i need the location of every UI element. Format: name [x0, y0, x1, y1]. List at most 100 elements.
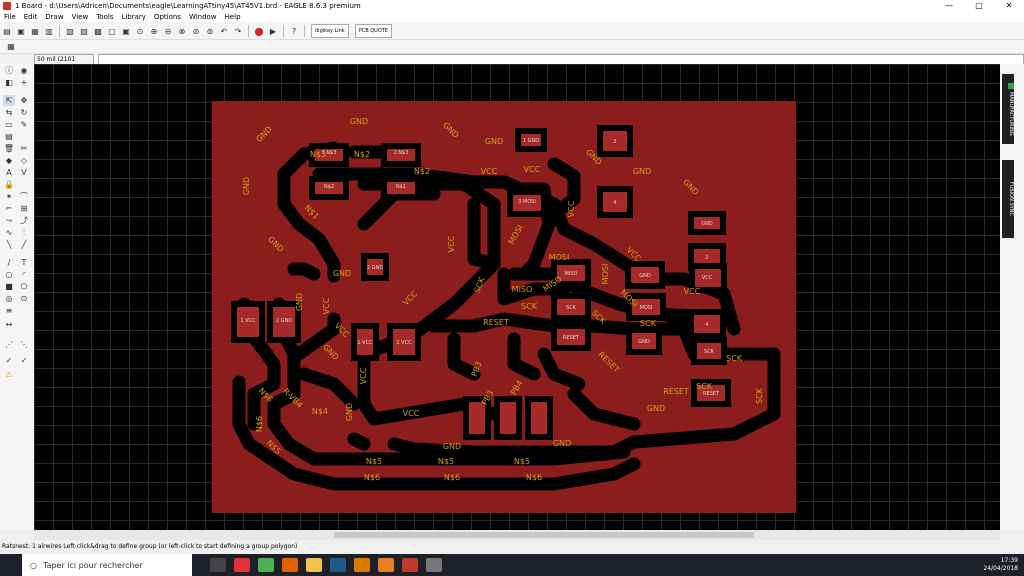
display-icon[interactable]: ◧ [3, 77, 15, 88]
arc-icon[interactable]: ◜ [18, 269, 30, 280]
save-icon[interactable]: ▣ [15, 25, 27, 37]
zoom-out-icon[interactable]: ⊖ [162, 25, 174, 37]
cam-icon[interactable]: ▥ [43, 25, 55, 37]
net-label: N$3 [310, 150, 326, 159]
scrollbar-thumb[interactable] [334, 532, 754, 538]
name-icon[interactable]: A [3, 167, 15, 178]
menu-tools[interactable]: Tools [92, 12, 117, 22]
horizontal-scrollbar[interactable] [34, 530, 1000, 540]
drc-icon[interactable]: ✓ [3, 355, 15, 366]
minimize-button[interactable]: — [934, 0, 964, 12]
schematic-icon[interactable]: ▧ [64, 25, 76, 37]
clock[interactable]: 17:39 24/04/2018 [983, 557, 1018, 573]
via-icon[interactable]: ◎ [3, 293, 15, 304]
line-icon[interactable]: ∕ [3, 257, 15, 268]
menu-view[interactable]: View [68, 12, 93, 22]
close-button[interactable]: ✕ [994, 0, 1024, 12]
group-icon[interactable]: ▭ [3, 119, 15, 130]
digikey-link-button[interactable]: digikey Link [311, 24, 349, 38]
circle-icon[interactable]: ○ [3, 269, 15, 280]
command-line-input[interactable] [98, 53, 1024, 65]
taskbar-search[interactable]: ○ Taper ici pour rechercher [22, 554, 192, 576]
explorer-icon[interactable] [306, 558, 322, 572]
net-label: SCK [755, 387, 764, 404]
firefox-icon[interactable] [282, 558, 298, 572]
manufacturing-tab[interactable]: MANUFACTURING [1002, 74, 1014, 144]
ratsnest-icon[interactable]: ⋰ [3, 339, 15, 350]
pcb-quote-button[interactable]: PCB QUOTE [354, 24, 392, 38]
eagle-taskbar-icon[interactable] [378, 558, 394, 572]
airwire-icon[interactable]: ⋱ [18, 339, 30, 350]
fusion-sync-tab[interactable]: FUSION SYNC [1002, 160, 1014, 238]
mark-icon[interactable]: + [18, 77, 30, 88]
task-view-icon[interactable] [210, 558, 226, 572]
ulp-icon[interactable]: ▣ [120, 25, 132, 37]
delete-icon[interactable]: 🗑 [3, 143, 15, 154]
copy-icon[interactable]: ✥ [18, 95, 30, 106]
wire-icon[interactable]: ╲ [3, 239, 15, 250]
maximize-button[interactable]: □ [964, 0, 994, 12]
stop-icon[interactable]: ⬤ [253, 25, 265, 37]
app-icon[interactable] [426, 558, 442, 572]
erc-icon[interactable]: ✓ [18, 355, 30, 366]
meander-icon[interactable]: ∿ [3, 227, 15, 238]
zoom-last-icon[interactable]: ⊚ [204, 25, 216, 37]
show-icon[interactable]: ◉ [18, 65, 30, 76]
opera-icon[interactable] [234, 558, 250, 572]
hole-icon[interactable]: ⊙ [18, 293, 30, 304]
miter-icon[interactable]: ⌐ [3, 203, 15, 214]
help-icon[interactable]: ? [288, 25, 300, 37]
change-icon[interactable]: ✎ [18, 119, 30, 130]
errors-icon[interactable]: ⚠ [3, 369, 15, 380]
undo-icon[interactable]: ↶ [218, 25, 230, 37]
replace-icon[interactable]: ◇ [18, 155, 30, 166]
zoom-in-icon[interactable]: ⊕ [148, 25, 160, 37]
attribute-icon[interactable]: ≡ [3, 305, 15, 316]
ripup-icon[interactable]: ⤴ [18, 215, 30, 226]
rect-icon[interactable]: ■ [3, 281, 15, 292]
optimize-icon[interactable]: ⊞ [18, 203, 30, 214]
board-icon[interactable]: ▨ [78, 25, 90, 37]
text-icon[interactable]: T [18, 257, 30, 268]
split-icon[interactable]: ⌒ [18, 191, 30, 202]
library-icon[interactable]: ▩ [92, 25, 104, 37]
wrench-icon[interactable]: ✂ [18, 143, 30, 154]
menu-help[interactable]: Help [221, 12, 245, 22]
grid-icon[interactable]: ▦ [5, 40, 17, 52]
menu-library[interactable]: Library [117, 12, 149, 22]
menu-edit[interactable]: Edit [20, 12, 42, 22]
net-label: SCK [696, 382, 713, 391]
menu-file[interactable]: File [0, 12, 20, 22]
redo-icon[interactable]: ↷ [232, 25, 244, 37]
lock-icon[interactable]: 🔒 [3, 179, 15, 190]
slice-icon[interactable]: ╱ [18, 239, 30, 250]
info-icon[interactable]: ⓘ [3, 65, 15, 76]
mirror-icon[interactable]: ⇆ [3, 107, 15, 118]
autoroute-icon[interactable]: ⫶ [18, 227, 30, 238]
zoom-select-icon[interactable]: ⊗ [176, 25, 188, 37]
polygon-icon[interactable]: ⬠ [18, 281, 30, 292]
illustrator-icon[interactable] [354, 558, 370, 572]
dimension-icon[interactable]: ↔ [3, 319, 15, 330]
menu-draw[interactable]: Draw [41, 12, 67, 22]
rotate-icon[interactable]: ↻ [18, 107, 30, 118]
menu-options[interactable]: Options [150, 12, 185, 22]
print-icon[interactable]: ▦ [29, 25, 41, 37]
photoshop-icon[interactable] [330, 558, 346, 572]
menu-window[interactable]: Window [185, 12, 221, 22]
add-icon[interactable]: ◆ [3, 155, 15, 166]
script-icon[interactable]: ▢ [106, 25, 118, 37]
paste-icon[interactable]: ▤ [3, 131, 15, 142]
redraw-icon[interactable]: ⊘ [190, 25, 202, 37]
smash-icon[interactable]: ✶ [3, 191, 15, 202]
zoom-fit-icon[interactable]: ⊙ [134, 25, 146, 37]
value-icon[interactable]: V [18, 167, 30, 178]
route-icon[interactable]: ⤳ [3, 215, 15, 226]
pcb-layout[interactable]: 1 GND 24GND241 N$3 2 N$3N$2 N$13 MOSI2 GND1… [34, 64, 1000, 530]
move-icon[interactable]: ⇱ [3, 95, 15, 106]
netflix-icon[interactable] [402, 558, 418, 572]
open-icon[interactable]: ▤ [1, 25, 13, 37]
chrome-icon[interactable] [258, 558, 274, 572]
go-icon[interactable]: ▶ [267, 25, 279, 37]
board-canvas[interactable]: 1 GND 2 4 GND 2 4 1 N$3 2 N$3 N$2 N$1 3 MOSI 2 GND 1… [34, 64, 1000, 530]
